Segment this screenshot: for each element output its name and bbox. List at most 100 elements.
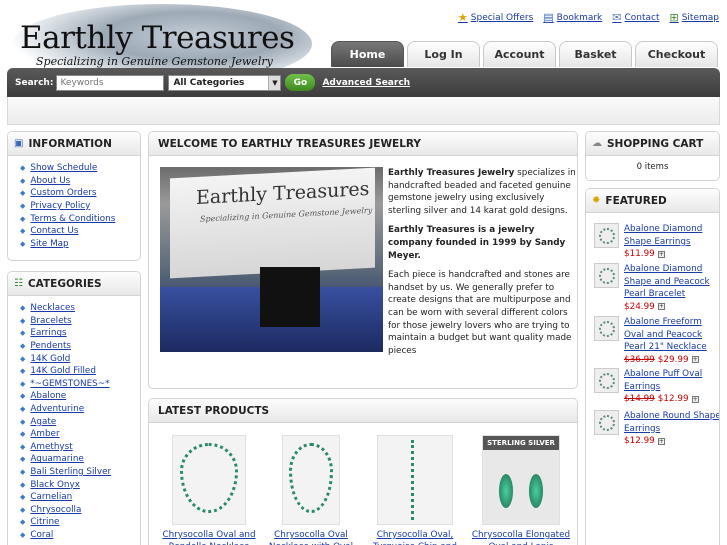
tab-basket[interactable]: Basket xyxy=(559,41,632,67)
category-link[interactable]: Aquamarine xyxy=(30,454,83,464)
product-card[interactable]: Chrysocolla Oval and Rondelle Necklace xyxy=(157,435,261,545)
information-item[interactable]: ◆ Custom Orders xyxy=(20,187,140,200)
product-link[interactable]: Chrysocolla Oval and Rondelle Necklace xyxy=(157,529,261,545)
information-item[interactable]: ◆ Privacy Policy xyxy=(20,200,140,213)
add-to-cart-icon[interactable]: + xyxy=(657,250,665,258)
tab-checkout[interactable]: Checkout xyxy=(635,41,718,67)
product-link[interactable]: Chrysocolla Elongated Oval and Lapis Ear… xyxy=(469,529,573,545)
information-item[interactable]: ◆ About Us xyxy=(20,175,140,188)
search-input[interactable] xyxy=(56,74,165,91)
category-item[interactable]: ◆ Amber xyxy=(20,428,140,441)
category-item[interactable]: ◆ Bracelets xyxy=(20,315,140,328)
featured-item-current-price: $11.99 xyxy=(624,249,655,260)
featured-item[interactable]: Abalone Freeform Oval and Peacock Pearl … xyxy=(594,316,719,366)
category-link[interactable]: Citrine xyxy=(30,517,59,527)
product-link[interactable]: Chrysocolla Oval Necklace with Oval Drop xyxy=(259,529,363,545)
featured-item-link[interactable]: Abalone Freeform Oval and Peacock Pearl … xyxy=(624,316,719,354)
category-link[interactable]: Agate xyxy=(30,417,56,427)
information-item[interactable]: ◆ Site Map xyxy=(20,238,140,251)
category-link[interactable]: Black Onyx xyxy=(30,480,80,490)
category-item[interactable]: ◆ Citrine xyxy=(20,516,140,529)
featured-item[interactable]: Abalone Round Shape Earrings $12.99 + xyxy=(594,410,719,447)
category-link[interactable]: Abalone xyxy=(30,391,66,401)
product-card[interactable]: STERLING SILVER Chrysocolla Elongated Ov… xyxy=(469,435,573,545)
sitemap-link[interactable]: ⊞ Sitemap xyxy=(670,12,720,23)
information-item[interactable]: ◆ Contact Us xyxy=(20,225,140,238)
category-item[interactable]: ◆ Adventurine xyxy=(20,403,140,416)
category-link[interactable]: Bali Sterling Silver xyxy=(30,467,111,477)
product-image[interactable] xyxy=(377,435,453,525)
category-link[interactable]: Amber xyxy=(30,429,59,439)
category-item[interactable]: ◆ Bali Sterling Silver xyxy=(20,466,140,479)
category-link[interactable]: Bracelets xyxy=(30,316,71,326)
add-to-cart-icon[interactable]: + xyxy=(691,395,699,403)
featured-item-image[interactable] xyxy=(594,223,619,248)
add-to-cart-icon[interactable]: + xyxy=(657,303,665,311)
category-link[interactable]: Earrings xyxy=(30,328,66,338)
product-image[interactable] xyxy=(282,435,340,525)
category-item[interactable]: ◆ Chrysocolla xyxy=(20,504,140,517)
information-link[interactable]: Contact Us xyxy=(30,226,78,236)
category-item[interactable]: ◆ Earrings xyxy=(20,327,140,340)
featured-item-link[interactable]: Abalone Puff Oval Earrings xyxy=(624,368,719,393)
information-header: ▣ INFORMATION xyxy=(8,132,140,156)
category-item[interactable]: ◆ Aquamarine xyxy=(20,453,140,466)
tab-account[interactable]: Account xyxy=(483,41,556,67)
featured-item[interactable]: Abalone Puff Oval Earrings $14.99 $12.99 + xyxy=(594,368,719,405)
information-link[interactable]: Privacy Policy xyxy=(30,201,90,211)
featured-item-image[interactable] xyxy=(594,410,619,435)
category-link[interactable]: Pendents xyxy=(30,341,71,351)
category-select[interactable]: All Categories ▼ xyxy=(168,74,282,91)
category-item[interactable]: ◆ Amethyst xyxy=(20,441,140,454)
featured-item-image[interactable] xyxy=(594,316,619,341)
category-link[interactable]: 14K Gold xyxy=(30,354,70,364)
product-card[interactable]: Chrysocolla Oval Necklace with Oval Drop xyxy=(259,435,363,545)
category-link[interactable]: Necklaces xyxy=(30,303,75,313)
category-item[interactable]: ◆ Pendents xyxy=(20,340,140,353)
category-link[interactable]: Adventurine xyxy=(30,404,84,414)
site-logo[interactable]: Earthly Treasures Specializing in Genuin… xyxy=(12,4,312,84)
category-item[interactable]: ◆ Coral xyxy=(20,529,140,542)
bookmark-link[interactable]: ▤ Bookmark xyxy=(543,12,602,23)
category-item[interactable]: ◆ 14K Gold Filled xyxy=(20,365,140,378)
tab-home[interactable]: Home xyxy=(331,41,404,67)
category-link[interactable]: Amethyst xyxy=(30,442,72,452)
featured-item[interactable]: Abalone Diamond Shape Earrings $11.99 + xyxy=(594,223,719,260)
product-image[interactable]: STERLING SILVER xyxy=(482,435,560,525)
advanced-search-link[interactable]: Advanced Search xyxy=(322,78,410,88)
featured-item-link[interactable]: Abalone Diamond Shape and Peacock Pearl … xyxy=(624,263,719,301)
featured-item[interactable]: Abalone Diamond Shape and Peacock Pearl … xyxy=(594,263,719,313)
category-link[interactable]: Chrysocolla xyxy=(30,505,81,515)
featured-item-link[interactable]: Abalone Diamond Shape Earrings xyxy=(624,223,719,248)
category-link[interactable]: Coral xyxy=(30,530,53,540)
information-link[interactable]: Terms & Conditions xyxy=(30,214,115,224)
category-link[interactable]: *~GEMSTONES~* xyxy=(30,379,109,389)
information-link[interactable]: About Us xyxy=(30,176,70,186)
category-item[interactable]: ◆ Carnelian xyxy=(20,491,140,504)
information-link[interactable]: Site Map xyxy=(30,239,68,249)
special-offers-link[interactable]: ★ Special Offers xyxy=(458,12,533,23)
go-button[interactable]: Go xyxy=(285,74,316,91)
category-link[interactable]: 14K Gold Filled xyxy=(30,366,96,376)
information-link[interactable]: Custom Orders xyxy=(30,188,96,198)
contact-link[interactable]: ✉ Contact xyxy=(612,12,659,23)
information-link[interactable]: Show Schedule xyxy=(30,163,97,173)
category-item[interactable]: ◆ *~GEMSTONES~* xyxy=(20,378,140,391)
featured-item-image[interactable] xyxy=(594,263,619,288)
add-to-cart-icon[interactable]: + xyxy=(657,437,665,445)
category-item[interactable]: ◆ Black Onyx xyxy=(20,478,140,491)
category-link[interactable]: Carnelian xyxy=(30,492,72,502)
information-item[interactable]: ◆ Show Schedule xyxy=(20,162,140,175)
category-item[interactable]: ◆ Abalone xyxy=(20,390,140,403)
product-card[interactable]: Chrysocolla Oval, Turquoise Chip and xyxy=(363,435,467,545)
tab-login[interactable]: Log In xyxy=(407,41,480,67)
category-item[interactable]: ◆ 14K Gold xyxy=(20,352,140,365)
category-item[interactable]: ◆ Agate xyxy=(20,415,140,428)
featured-item-link[interactable]: Abalone Round Shape Earrings xyxy=(624,410,719,435)
category-item[interactable]: ◆ Necklaces xyxy=(20,302,140,315)
product-link[interactable]: Chrysocolla Oval, Turquoise Chip and xyxy=(363,529,467,545)
information-item[interactable]: ◆ Terms & Conditions xyxy=(20,212,140,225)
product-image[interactable] xyxy=(172,435,246,525)
featured-item-image[interactable] xyxy=(594,368,619,393)
add-to-cart-icon[interactable]: + xyxy=(691,356,699,364)
